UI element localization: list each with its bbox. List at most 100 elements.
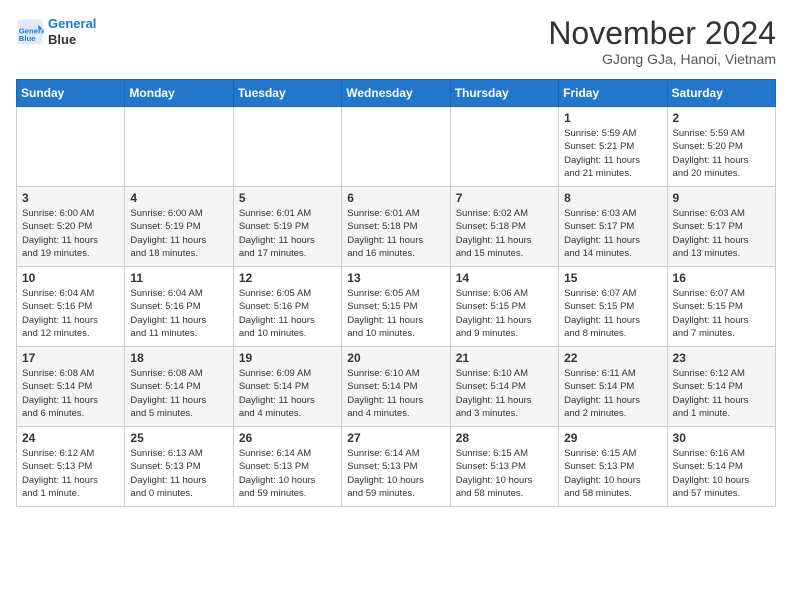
day-info: Sunrise: 6:02 AMSunset: 5:18 PMDaylight:… (456, 207, 553, 260)
day-info: Sunrise: 6:04 AMSunset: 5:16 PMDaylight:… (130, 287, 227, 340)
day-number: 29 (564, 431, 661, 445)
day-number: 16 (673, 271, 770, 285)
calendar-day: 21 Sunrise: 6:10 AMSunset: 5:14 PMDayligh… (450, 347, 558, 427)
calendar-day: 8 Sunrise: 6:03 AMSunset: 5:17 PMDaylight… (559, 187, 667, 267)
calendar-day: 6 Sunrise: 6:01 AMSunset: 5:18 PMDaylight… (342, 187, 450, 267)
day-info: Sunrise: 6:15 AMSunset: 5:13 PMDaylight:… (564, 447, 661, 500)
calendar-day: 19 Sunrise: 6:09 AMSunset: 5:14 PMDayligh… (233, 347, 341, 427)
day-number: 19 (239, 351, 336, 365)
title-area: November 2024 GJong GJa, Hanoi, Vietnam (548, 16, 776, 67)
day-number: 13 (347, 271, 444, 285)
day-number: 27 (347, 431, 444, 445)
day-number: 20 (347, 351, 444, 365)
day-info: Sunrise: 6:13 AMSunset: 5:13 PMDaylight:… (130, 447, 227, 500)
day-number: 10 (22, 271, 119, 285)
day-info: Sunrise: 6:14 AMSunset: 5:13 PMDaylight:… (347, 447, 444, 500)
weekday-header: Friday (559, 80, 667, 107)
calendar-day: 25 Sunrise: 6:13 AMSunset: 5:13 PMDayligh… (125, 427, 233, 507)
day-number: 17 (22, 351, 119, 365)
day-info: Sunrise: 6:08 AMSunset: 5:14 PMDaylight:… (130, 367, 227, 420)
day-info: Sunrise: 6:15 AMSunset: 5:13 PMDaylight:… (456, 447, 553, 500)
day-info: Sunrise: 6:16 AMSunset: 5:14 PMDaylight:… (673, 447, 770, 500)
calendar-day: 27 Sunrise: 6:14 AMSunset: 5:13 PMDayligh… (342, 427, 450, 507)
calendar-day: 26 Sunrise: 6:14 AMSunset: 5:13 PMDayligh… (233, 427, 341, 507)
day-number: 3 (22, 191, 119, 205)
day-number: 6 (347, 191, 444, 205)
day-info: Sunrise: 6:01 AMSunset: 5:18 PMDaylight:… (347, 207, 444, 260)
day-number: 30 (673, 431, 770, 445)
calendar-day: 3 Sunrise: 6:00 AMSunset: 5:20 PMDaylight… (17, 187, 125, 267)
calendar-day: 16 Sunrise: 6:07 AMSunset: 5:15 PMDayligh… (667, 267, 775, 347)
day-number: 15 (564, 271, 661, 285)
calendar-day: 14 Sunrise: 6:06 AMSunset: 5:15 PMDayligh… (450, 267, 558, 347)
day-number: 11 (130, 271, 227, 285)
calendar-day: 10 Sunrise: 6:04 AMSunset: 5:16 PMDayligh… (17, 267, 125, 347)
day-info: Sunrise: 6:10 AMSunset: 5:14 PMDaylight:… (456, 367, 553, 420)
day-info: Sunrise: 6:00 AMSunset: 5:20 PMDaylight:… (22, 207, 119, 260)
day-number: 21 (456, 351, 553, 365)
day-info: Sunrise: 6:06 AMSunset: 5:15 PMDaylight:… (456, 287, 553, 340)
day-number: 8 (564, 191, 661, 205)
empty-cell (233, 107, 341, 187)
day-number: 18 (130, 351, 227, 365)
weekday-header: Thursday (450, 80, 558, 107)
svg-text:Blue: Blue (19, 34, 36, 43)
calendar-day: 28Sunrise: 6:15 AMSunset: 5:13 PMDayligh… (450, 427, 558, 507)
calendar-day: 23Sunrise: 6:12 AMSunset: 5:14 PMDayligh… (667, 347, 775, 427)
day-info: Sunrise: 6:12 AMSunset: 5:14 PMDaylight:… (673, 367, 770, 420)
day-number: 7 (456, 191, 553, 205)
day-info: Sunrise: 6:14 AMSunset: 5:13 PMDaylight:… (239, 447, 336, 500)
calendar-day: 17 Sunrise: 6:08 AMSunset: 5:14 PMDayligh… (17, 347, 125, 427)
weekday-header: Sunday (17, 80, 125, 107)
day-info: Sunrise: 6:04 AMSunset: 5:16 PMDaylight:… (22, 287, 119, 340)
page-header: General Blue GeneralBlue November 2024 G… (16, 16, 776, 67)
calendar-day: 18 Sunrise: 6:08 AMSunset: 5:14 PMDayligh… (125, 347, 233, 427)
day-number: 14 (456, 271, 553, 285)
calendar-day: 11 Sunrise: 6:04 AMSunset: 5:16 PMDayligh… (125, 267, 233, 347)
day-number: 2 (673, 111, 770, 125)
day-number: 25 (130, 431, 227, 445)
day-number: 1 (564, 111, 661, 125)
weekday-header: Wednesday (342, 80, 450, 107)
empty-cell (450, 107, 558, 187)
weekday-header: Tuesday (233, 80, 341, 107)
logo: General Blue GeneralBlue (16, 16, 96, 47)
weekday-header: Saturday (667, 80, 775, 107)
day-number: 26 (239, 431, 336, 445)
calendar-day: 15 Sunrise: 6:07 AMSunset: 5:15 PMDayligh… (559, 267, 667, 347)
calendar-day: 29 Sunrise: 6:15 AMSunset: 5:13 PMDayligh… (559, 427, 667, 507)
empty-cell (125, 107, 233, 187)
day-info: Sunrise: 5:59 AMSunset: 5:20 PMDaylight:… (673, 127, 770, 180)
month-title: November 2024 (548, 16, 776, 51)
calendar-day: 12Sunrise: 6:05 AMSunset: 5:16 PMDayligh… (233, 267, 341, 347)
calendar-day: 20 Sunrise: 6:10 AMSunset: 5:14 PMDayligh… (342, 347, 450, 427)
day-info: Sunrise: 5:59 AMSunset: 5:21 PMDaylight:… (564, 127, 661, 180)
day-info: Sunrise: 6:03 AMSunset: 5:17 PMDaylight:… (564, 207, 661, 260)
calendar-day: 2 Sunrise: 5:59 AMSunset: 5:20 PMDaylight… (667, 107, 775, 187)
day-number: 24 (22, 431, 119, 445)
weekday-header: Monday (125, 80, 233, 107)
day-number: 5 (239, 191, 336, 205)
day-info: Sunrise: 6:11 AMSunset: 5:14 PMDaylight:… (564, 367, 661, 420)
logo-icon: General Blue (16, 18, 44, 46)
calendar-day: 30 Sunrise: 6:16 AMSunset: 5:14 PMDayligh… (667, 427, 775, 507)
calendar-table: SundayMondayTuesdayWednesdayThursdayFrid… (16, 79, 776, 507)
empty-cell (17, 107, 125, 187)
empty-cell (342, 107, 450, 187)
calendar-day: 4 Sunrise: 6:00 AMSunset: 5:19 PMDaylight… (125, 187, 233, 267)
day-info: Sunrise: 6:12 AMSunset: 5:13 PMDaylight:… (22, 447, 119, 500)
day-info: Sunrise: 6:08 AMSunset: 5:14 PMDaylight:… (22, 367, 119, 420)
logo-text: GeneralBlue (48, 16, 96, 47)
calendar-day: 24 Sunrise: 6:12 AMSunset: 5:13 PMDayligh… (17, 427, 125, 507)
calendar-day: 7 Sunrise: 6:02 AMSunset: 5:18 PMDaylight… (450, 187, 558, 267)
day-info: Sunrise: 6:10 AMSunset: 5:14 PMDaylight:… (347, 367, 444, 420)
day-info: Sunrise: 6:07 AMSunset: 5:15 PMDaylight:… (564, 287, 661, 340)
day-info: Sunrise: 6:00 AMSunset: 5:19 PMDaylight:… (130, 207, 227, 260)
day-number: 4 (130, 191, 227, 205)
day-info: Sunrise: 6:05 AMSunset: 5:16 PMDaylight:… (239, 287, 336, 340)
day-info: Sunrise: 6:09 AMSunset: 5:14 PMDaylight:… (239, 367, 336, 420)
day-number: 22 (564, 351, 661, 365)
day-info: Sunrise: 6:01 AMSunset: 5:19 PMDaylight:… (239, 207, 336, 260)
calendar-day: 5 Sunrise: 6:01 AMSunset: 5:19 PMDaylight… (233, 187, 341, 267)
day-info: Sunrise: 6:07 AMSunset: 5:15 PMDaylight:… (673, 287, 770, 340)
